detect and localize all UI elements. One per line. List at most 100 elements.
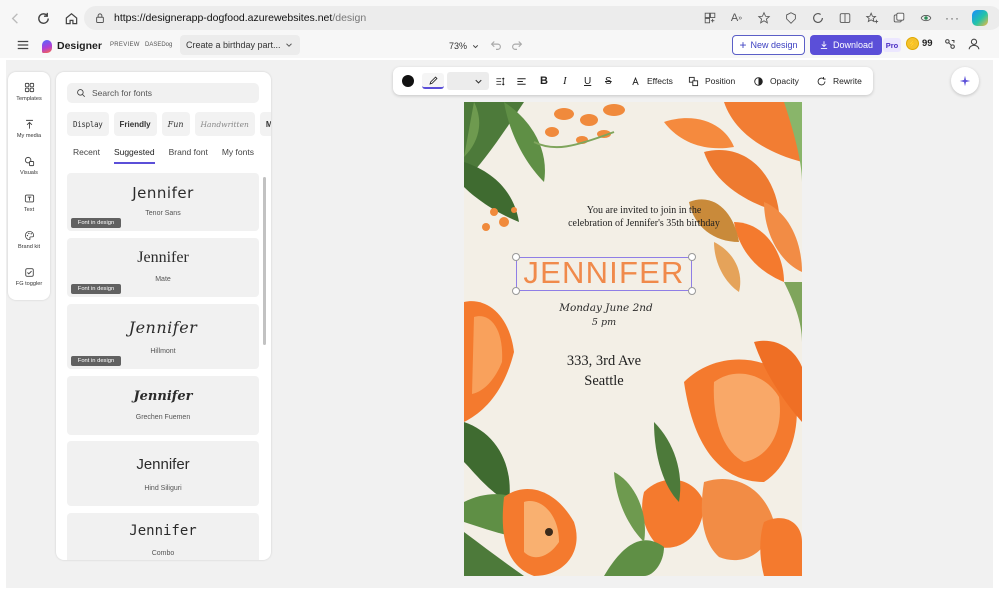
rail-item-templates[interactable]: Templates xyxy=(8,80,50,110)
site-info-icon[interactable] xyxy=(94,12,106,24)
rail-label: Text xyxy=(23,207,35,213)
rail-label: Templates xyxy=(16,96,42,102)
chip-fun[interactable]: Fun xyxy=(161,112,190,136)
position-button[interactable]: Position xyxy=(688,67,735,95)
shapes-icon xyxy=(24,156,34,167)
font-in-design-badge: Font in design xyxy=(71,284,121,294)
chip-display[interactable]: Display xyxy=(67,112,109,136)
tab-recent[interactable]: Recent xyxy=(73,147,100,164)
effects-button[interactable]: Effects xyxy=(630,67,673,95)
back-button[interactable] xyxy=(2,5,28,31)
redo-icon[interactable] xyxy=(510,38,524,52)
position-label: Position xyxy=(705,76,736,86)
browser-essentials-icon[interactable] xyxy=(912,6,939,30)
refresh-extension-icon[interactable] xyxy=(804,6,831,30)
chip-more[interactable]: Mo xyxy=(259,112,271,136)
resize-handle-top-left[interactable] xyxy=(512,253,520,261)
time-text[interactable]: 5 pm xyxy=(564,317,644,328)
home-icon xyxy=(65,12,77,24)
invitation-text[interactable]: You are invited to join in the celebrati… xyxy=(504,205,784,230)
copilot-icon[interactable] xyxy=(966,6,993,30)
extension-shield-icon[interactable] xyxy=(777,6,804,30)
font-card-mate[interactable]: Jennifer Mate Font in design xyxy=(67,238,259,297)
font-panel-scrollbar[interactable] xyxy=(263,177,266,345)
spacing-button[interactable] xyxy=(495,67,506,95)
tab-suggested[interactable]: Suggested xyxy=(113,147,155,164)
align-button[interactable] xyxy=(516,67,527,95)
browser-toolbar: https://designerapp-dogfood.azurewebsite… xyxy=(0,0,999,36)
strikethrough-button[interactable]: S xyxy=(605,67,612,95)
font-name: Grechen Fuemen xyxy=(135,414,191,421)
color-swatch xyxy=(402,75,414,87)
rail-label: My media xyxy=(16,133,42,139)
more-menu-icon[interactable]: ··· xyxy=(939,6,966,30)
date-text[interactable]: Monday June 2nd xyxy=(536,302,676,314)
font-sample: Jennifer xyxy=(136,456,190,473)
resize-handle-bottom-left[interactable] xyxy=(512,287,520,295)
address-line-1[interactable]: 333, 3rd Ave xyxy=(524,353,684,370)
font-card-grechen-fuemen[interactable]: Jennifer Grechen Fuemen xyxy=(67,376,259,435)
font-card-hillmont[interactable]: Jennifer Hillmont Font in design xyxy=(67,304,259,369)
search-icon xyxy=(77,89,86,98)
font-card-tenor-sans[interactable]: Jennifer Tenor Sans Font in design xyxy=(67,173,259,231)
font-card-hind-siliguri[interactable]: Jennifer Hind Siliguri xyxy=(67,441,259,506)
address-line-2[interactable]: Seattle xyxy=(524,373,684,390)
design-canvas[interactable]: You are invited to join in the celebrati… xyxy=(464,102,802,576)
share-icon[interactable] xyxy=(943,37,957,51)
rail-label: FG toggler xyxy=(15,281,43,287)
chevron-down-icon xyxy=(286,43,292,47)
honoree-name-text[interactable]: JENNIFER xyxy=(516,255,692,291)
favorite-star-icon[interactable] xyxy=(750,6,777,30)
tab-brand-font[interactable]: Brand font xyxy=(169,147,208,164)
rail-label: Brand kit xyxy=(17,244,41,250)
align-left-icon xyxy=(517,77,526,85)
account-icon[interactable] xyxy=(967,37,981,51)
italic-button[interactable]: I xyxy=(563,67,567,95)
rail-item-brand-kit[interactable]: Brand kit xyxy=(8,228,50,258)
credits-value: 99 xyxy=(922,38,933,49)
url-path: /design xyxy=(332,12,367,24)
font-tabs: Recent Suggested Brand font My fonts xyxy=(73,147,254,164)
line-spacing-icon xyxy=(496,76,505,86)
read-aloud-icon[interactable]: A» xyxy=(723,6,750,30)
design-name-dropdown[interactable]: Create a birthday part... xyxy=(180,35,300,55)
rail-item-text[interactable]: Text xyxy=(8,191,50,221)
split-screen-icon[interactable] xyxy=(831,6,858,30)
download-button[interactable]: Download xyxy=(810,35,882,55)
font-name: Hillmont xyxy=(150,348,176,355)
rail-item-my-media[interactable]: My media xyxy=(8,117,50,147)
resize-handle-bottom-right[interactable] xyxy=(688,287,696,295)
resize-handle-top-right[interactable] xyxy=(688,253,696,261)
rail-item-fg-toggler[interactable]: FG toggler xyxy=(8,265,50,295)
tab-my-fonts[interactable]: My fonts xyxy=(222,147,254,164)
chip-friendly[interactable]: Friendly xyxy=(113,112,157,136)
rewrite-button[interactable]: Rewrite xyxy=(816,67,862,95)
opacity-button[interactable]: Opacity xyxy=(753,67,799,95)
bold-button[interactable]: B xyxy=(540,67,548,95)
left-rail: Templates My media Visuals Text Brand ki… xyxy=(8,72,50,300)
font-picker-button[interactable] xyxy=(422,67,444,95)
refresh-button[interactable] xyxy=(30,5,56,31)
rail-item-visuals[interactable]: Visuals xyxy=(8,154,50,184)
zoom-dropdown[interactable]: 73% xyxy=(449,38,480,54)
underline-button[interactable]: U xyxy=(584,67,591,95)
collections-icon[interactable] xyxy=(885,6,912,30)
chip-handwritten[interactable]: Handwritten xyxy=(194,112,255,136)
home-button[interactable] xyxy=(58,5,84,31)
designer-logo[interactable]: Designer xyxy=(42,38,102,54)
text-color-button[interactable] xyxy=(402,67,414,95)
font-name: Mate xyxy=(155,276,171,283)
font-name: Tenor Sans xyxy=(145,210,181,217)
rewrite-label: Rewrite xyxy=(833,76,862,86)
pro-badge[interactable]: Pro xyxy=(883,38,901,52)
font-card-combo[interactable]: Jennifer Combo xyxy=(67,513,259,560)
app-available-icon[interactable] xyxy=(696,6,723,30)
favorites-icon[interactable] xyxy=(858,6,885,30)
new-design-button[interactable]: + New design xyxy=(732,35,805,55)
font-size-dropdown[interactable] xyxy=(447,67,489,95)
undo-icon[interactable] xyxy=(489,38,503,52)
ai-sparkle-button[interactable] xyxy=(951,67,979,95)
font-search-input[interactable]: Search for fonts xyxy=(67,83,259,103)
credits-counter[interactable]: ⚡ 99 xyxy=(906,37,933,50)
hamburger-menu-icon[interactable] xyxy=(16,38,30,52)
